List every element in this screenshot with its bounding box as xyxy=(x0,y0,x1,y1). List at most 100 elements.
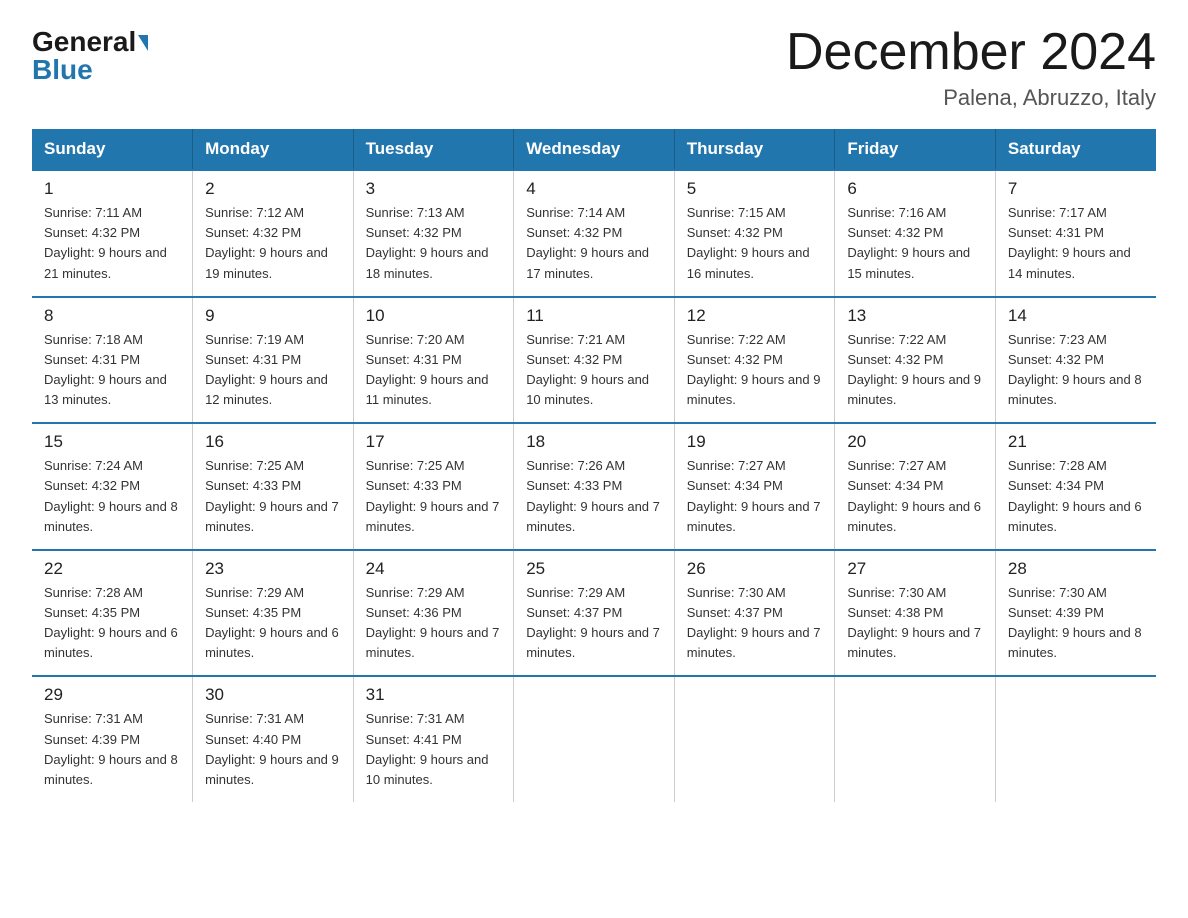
day-info: Sunrise: 7:19 AMSunset: 4:31 PMDaylight:… xyxy=(205,330,341,411)
header-saturday: Saturday xyxy=(995,129,1156,170)
calendar-cell: 20 Sunrise: 7:27 AMSunset: 4:34 PMDaylig… xyxy=(835,423,996,550)
day-info: Sunrise: 7:29 AMSunset: 4:35 PMDaylight:… xyxy=(205,583,341,664)
header-tuesday: Tuesday xyxy=(353,129,514,170)
day-number: 13 xyxy=(847,306,983,326)
logo-general: General xyxy=(32,28,148,56)
day-number: 2 xyxy=(205,179,341,199)
day-number: 1 xyxy=(44,179,180,199)
day-number: 20 xyxy=(847,432,983,452)
calendar-week-3: 15 Sunrise: 7:24 AMSunset: 4:32 PMDaylig… xyxy=(32,423,1156,550)
calendar-cell: 22 Sunrise: 7:28 AMSunset: 4:35 PMDaylig… xyxy=(32,550,193,677)
calendar-cell: 14 Sunrise: 7:23 AMSunset: 4:32 PMDaylig… xyxy=(995,297,1156,424)
header-sunday: Sunday xyxy=(32,129,193,170)
day-number: 24 xyxy=(366,559,502,579)
month-title: December 2024 xyxy=(786,24,1156,81)
calendar-cell: 8 Sunrise: 7:18 AMSunset: 4:31 PMDayligh… xyxy=(32,297,193,424)
logo-blue: Blue xyxy=(32,56,93,84)
day-info: Sunrise: 7:28 AMSunset: 4:34 PMDaylight:… xyxy=(1008,456,1144,537)
title-block: December 2024 Palena, Abruzzo, Italy xyxy=(786,24,1156,111)
day-info: Sunrise: 7:20 AMSunset: 4:31 PMDaylight:… xyxy=(366,330,502,411)
calendar-cell: 21 Sunrise: 7:28 AMSunset: 4:34 PMDaylig… xyxy=(995,423,1156,550)
day-info: Sunrise: 7:21 AMSunset: 4:32 PMDaylight:… xyxy=(526,330,662,411)
day-info: Sunrise: 7:31 AMSunset: 4:39 PMDaylight:… xyxy=(44,709,180,790)
calendar-cell xyxy=(995,676,1156,802)
day-number: 12 xyxy=(687,306,823,326)
calendar-cell: 17 Sunrise: 7:25 AMSunset: 4:33 PMDaylig… xyxy=(353,423,514,550)
day-info: Sunrise: 7:17 AMSunset: 4:31 PMDaylight:… xyxy=(1008,203,1144,284)
day-info: Sunrise: 7:30 AMSunset: 4:39 PMDaylight:… xyxy=(1008,583,1144,664)
day-number: 6 xyxy=(847,179,983,199)
day-info: Sunrise: 7:31 AMSunset: 4:41 PMDaylight:… xyxy=(366,709,502,790)
calendar-cell: 31 Sunrise: 7:31 AMSunset: 4:41 PMDaylig… xyxy=(353,676,514,802)
day-info: Sunrise: 7:27 AMSunset: 4:34 PMDaylight:… xyxy=(847,456,983,537)
calendar-cell: 13 Sunrise: 7:22 AMSunset: 4:32 PMDaylig… xyxy=(835,297,996,424)
day-info: Sunrise: 7:25 AMSunset: 4:33 PMDaylight:… xyxy=(205,456,341,537)
calendar-week-4: 22 Sunrise: 7:28 AMSunset: 4:35 PMDaylig… xyxy=(32,550,1156,677)
calendar-cell: 12 Sunrise: 7:22 AMSunset: 4:32 PMDaylig… xyxy=(674,297,835,424)
day-info: Sunrise: 7:23 AMSunset: 4:32 PMDaylight:… xyxy=(1008,330,1144,411)
day-number: 11 xyxy=(526,306,662,326)
calendar-week-1: 1 Sunrise: 7:11 AMSunset: 4:32 PMDayligh… xyxy=(32,170,1156,297)
header-monday: Monday xyxy=(193,129,354,170)
calendar-cell: 25 Sunrise: 7:29 AMSunset: 4:37 PMDaylig… xyxy=(514,550,675,677)
day-number: 3 xyxy=(366,179,502,199)
day-number: 17 xyxy=(366,432,502,452)
day-info: Sunrise: 7:11 AMSunset: 4:32 PMDaylight:… xyxy=(44,203,180,284)
day-number: 7 xyxy=(1008,179,1144,199)
header-wednesday: Wednesday xyxy=(514,129,675,170)
calendar-cell: 6 Sunrise: 7:16 AMSunset: 4:32 PMDayligh… xyxy=(835,170,996,297)
day-number: 27 xyxy=(847,559,983,579)
calendar-week-5: 29 Sunrise: 7:31 AMSunset: 4:39 PMDaylig… xyxy=(32,676,1156,802)
calendar-body: 1 Sunrise: 7:11 AMSunset: 4:32 PMDayligh… xyxy=(32,170,1156,802)
day-number: 22 xyxy=(44,559,180,579)
day-number: 16 xyxy=(205,432,341,452)
page-header: General Blue December 2024 Palena, Abruz… xyxy=(32,24,1156,111)
day-info: Sunrise: 7:31 AMSunset: 4:40 PMDaylight:… xyxy=(205,709,341,790)
header-thursday: Thursday xyxy=(674,129,835,170)
day-number: 10 xyxy=(366,306,502,326)
day-info: Sunrise: 7:25 AMSunset: 4:33 PMDaylight:… xyxy=(366,456,502,537)
day-number: 4 xyxy=(526,179,662,199)
day-info: Sunrise: 7:29 AMSunset: 4:37 PMDaylight:… xyxy=(526,583,662,664)
day-number: 28 xyxy=(1008,559,1144,579)
day-info: Sunrise: 7:15 AMSunset: 4:32 PMDaylight:… xyxy=(687,203,823,284)
calendar-cell: 19 Sunrise: 7:27 AMSunset: 4:34 PMDaylig… xyxy=(674,423,835,550)
day-info: Sunrise: 7:12 AMSunset: 4:32 PMDaylight:… xyxy=(205,203,341,284)
calendar-cell: 26 Sunrise: 7:30 AMSunset: 4:37 PMDaylig… xyxy=(674,550,835,677)
day-info: Sunrise: 7:18 AMSunset: 4:31 PMDaylight:… xyxy=(44,330,180,411)
day-number: 19 xyxy=(687,432,823,452)
calendar-cell: 10 Sunrise: 7:20 AMSunset: 4:31 PMDaylig… xyxy=(353,297,514,424)
day-info: Sunrise: 7:27 AMSunset: 4:34 PMDaylight:… xyxy=(687,456,823,537)
day-info: Sunrise: 7:30 AMSunset: 4:38 PMDaylight:… xyxy=(847,583,983,664)
day-info: Sunrise: 7:28 AMSunset: 4:35 PMDaylight:… xyxy=(44,583,180,664)
day-number: 15 xyxy=(44,432,180,452)
calendar-cell: 7 Sunrise: 7:17 AMSunset: 4:31 PMDayligh… xyxy=(995,170,1156,297)
calendar-cell: 23 Sunrise: 7:29 AMSunset: 4:35 PMDaylig… xyxy=(193,550,354,677)
day-number: 8 xyxy=(44,306,180,326)
day-number: 31 xyxy=(366,685,502,705)
day-info: Sunrise: 7:13 AMSunset: 4:32 PMDaylight:… xyxy=(366,203,502,284)
day-info: Sunrise: 7:16 AMSunset: 4:32 PMDaylight:… xyxy=(847,203,983,284)
header-friday: Friday xyxy=(835,129,996,170)
day-number: 18 xyxy=(526,432,662,452)
calendar-cell: 4 Sunrise: 7:14 AMSunset: 4:32 PMDayligh… xyxy=(514,170,675,297)
calendar-cell: 3 Sunrise: 7:13 AMSunset: 4:32 PMDayligh… xyxy=(353,170,514,297)
day-number: 29 xyxy=(44,685,180,705)
day-number: 25 xyxy=(526,559,662,579)
calendar-cell: 24 Sunrise: 7:29 AMSunset: 4:36 PMDaylig… xyxy=(353,550,514,677)
day-info: Sunrise: 7:22 AMSunset: 4:32 PMDaylight:… xyxy=(687,330,823,411)
logo: General Blue xyxy=(32,28,148,84)
logo-arrow-icon xyxy=(138,35,148,51)
day-info: Sunrise: 7:14 AMSunset: 4:32 PMDaylight:… xyxy=(526,203,662,284)
day-info: Sunrise: 7:29 AMSunset: 4:36 PMDaylight:… xyxy=(366,583,502,664)
day-number: 30 xyxy=(205,685,341,705)
day-info: Sunrise: 7:24 AMSunset: 4:32 PMDaylight:… xyxy=(44,456,180,537)
calendar-cell: 28 Sunrise: 7:30 AMSunset: 4:39 PMDaylig… xyxy=(995,550,1156,677)
day-number: 9 xyxy=(205,306,341,326)
calendar-cell: 2 Sunrise: 7:12 AMSunset: 4:32 PMDayligh… xyxy=(193,170,354,297)
calendar-cell: 27 Sunrise: 7:30 AMSunset: 4:38 PMDaylig… xyxy=(835,550,996,677)
day-number: 5 xyxy=(687,179,823,199)
calendar-week-2: 8 Sunrise: 7:18 AMSunset: 4:31 PMDayligh… xyxy=(32,297,1156,424)
calendar-table: Sunday Monday Tuesday Wednesday Thursday… xyxy=(32,129,1156,802)
day-info: Sunrise: 7:22 AMSunset: 4:32 PMDaylight:… xyxy=(847,330,983,411)
